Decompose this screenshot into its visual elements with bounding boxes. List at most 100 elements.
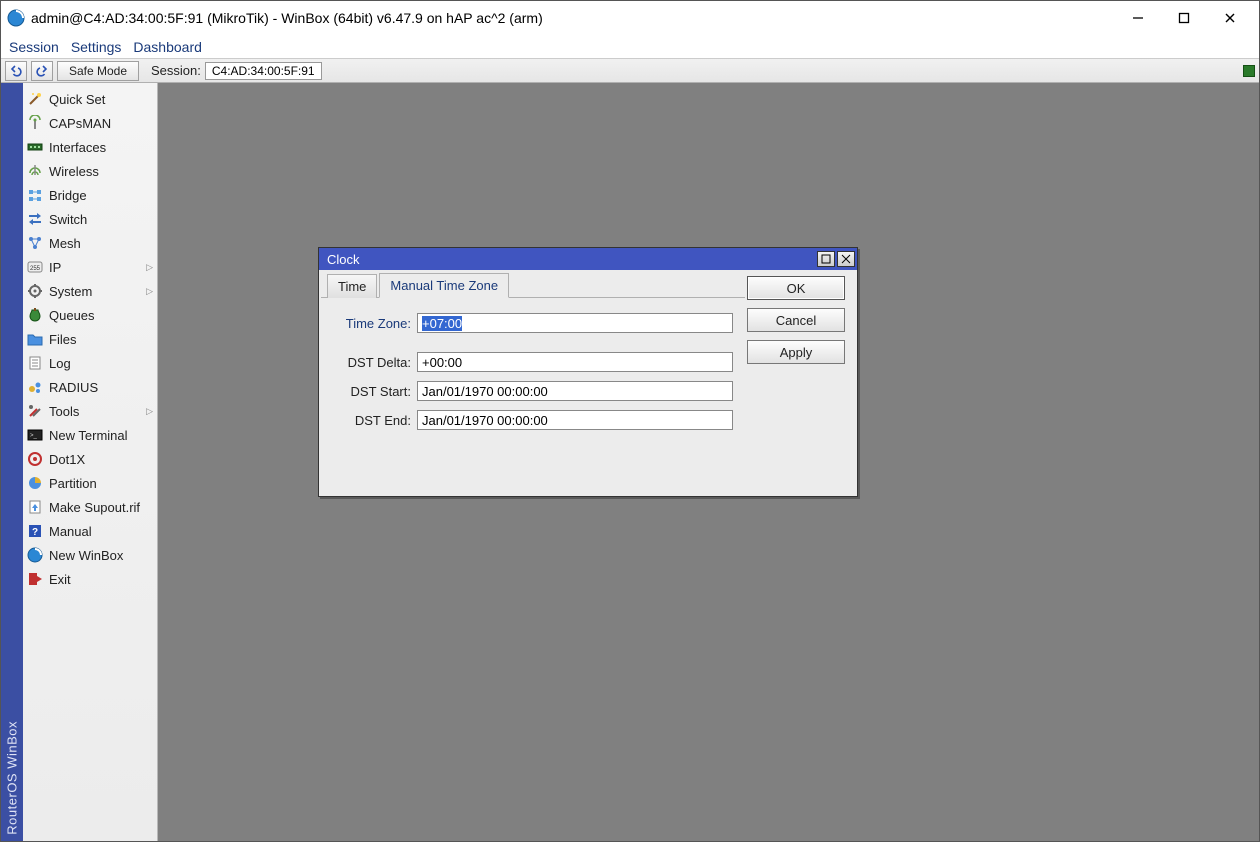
sidebar-item-wireless[interactable]: Wireless	[23, 159, 157, 183]
tab-time[interactable]: Time	[327, 274, 377, 298]
sidebar-item-label: RADIUS	[49, 380, 98, 395]
sidebar-item-exit[interactable]: Exit	[23, 567, 157, 591]
window-minimize-button[interactable]	[1115, 2, 1161, 34]
cancel-button[interactable]: Cancel	[747, 308, 845, 332]
sidebar-item-label: System	[49, 284, 92, 299]
sidebar-item-label: Interfaces	[49, 140, 106, 155]
redo-button[interactable]	[31, 61, 53, 81]
sidebar-item-files[interactable]: Files	[23, 327, 157, 351]
sidebar-brand-text: RouterOS WinBox	[5, 721, 20, 835]
ip-icon: 255	[25, 259, 45, 275]
clock-window: Clock Time Manual Time Zone Time Zone:	[318, 247, 858, 497]
window-titlebar: admin@C4:AD:34:00:5F:91 (MikroTik) - Win…	[1, 1, 1259, 35]
sidebar-item-label: Queues	[49, 308, 95, 323]
sidebar-item-quick-set[interactable]: Quick Set	[23, 87, 157, 111]
session-label: Session:	[151, 63, 201, 78]
sidebar-item-switch[interactable]: Switch	[23, 207, 157, 231]
safe-mode-button[interactable]: Safe Mode	[57, 61, 139, 81]
sidebar-brand-strip: RouterOS WinBox	[1, 83, 23, 841]
dst-end-label: DST End:	[333, 413, 411, 428]
sidebar-item-new-winbox[interactable]: New WinBox	[23, 543, 157, 567]
winbox-icon	[25, 547, 45, 563]
sidebar-item-interfaces[interactable]: Interfaces	[23, 135, 157, 159]
tools-icon	[25, 403, 45, 419]
clock-form: Time Zone: DST Delta: DST Start: DS	[327, 300, 739, 486]
sidebar-item-label: New Terminal	[49, 428, 128, 443]
sidebar-item-label: Files	[49, 332, 76, 347]
sidebar-item-label: Tools	[49, 404, 79, 419]
dst-delta-label: DST Delta:	[333, 355, 411, 370]
menubar: Session Settings Dashboard	[1, 35, 1259, 59]
sidebar-item-mesh[interactable]: Mesh	[23, 231, 157, 255]
sidebar-item-label: Partition	[49, 476, 97, 491]
connection-status-icon	[1243, 65, 1255, 77]
bridge-icon	[25, 187, 45, 203]
chevron-right-icon: ▷	[146, 262, 153, 273]
manual-icon: ?	[25, 523, 45, 539]
files-icon	[25, 331, 45, 347]
partition-icon	[25, 475, 45, 491]
window-maximize-button[interactable]	[1161, 2, 1207, 34]
dot1x-icon	[25, 451, 45, 467]
sidebar-item-queues[interactable]: Queues	[23, 303, 157, 327]
sidebar-item-label: New WinBox	[49, 548, 123, 563]
interfaces-icon	[25, 139, 45, 155]
dst-end-input[interactable]	[417, 410, 733, 430]
clock-window-titlebar[interactable]: Clock	[319, 248, 857, 270]
svg-text:?: ?	[32, 527, 38, 538]
undo-button[interactable]	[5, 61, 27, 81]
tab-manual-time-zone[interactable]: Manual Time Zone	[379, 273, 509, 298]
menu-settings[interactable]: Settings	[71, 37, 134, 57]
clock-window-maximize-button[interactable]	[817, 251, 835, 267]
chevron-right-icon: ▷	[146, 286, 153, 297]
clock-tabs: Time Manual Time Zone	[321, 272, 745, 298]
app-icon	[7, 9, 25, 27]
radius-icon	[25, 379, 45, 395]
time-zone-input[interactable]	[417, 313, 733, 333]
wireless-icon	[25, 163, 45, 179]
sidebar-item-label: Manual	[49, 524, 92, 539]
switch-icon	[25, 211, 45, 227]
sidebar-item-make-supout-rif[interactable]: Make Supout.rif	[23, 495, 157, 519]
sidebar-item-label: Bridge	[49, 188, 87, 203]
sidebar-item-capsman[interactable]: CAPsMAN	[23, 111, 157, 135]
sidebar-item-label: IP	[49, 260, 61, 275]
wand-icon	[25, 91, 45, 107]
svg-text:>_: >_	[30, 433, 38, 439]
menu-session[interactable]: Session	[9, 37, 71, 57]
mesh-icon	[25, 235, 45, 251]
sidebar-item-label: Make Supout.rif	[49, 500, 140, 515]
sidebar-item-label: Exit	[49, 572, 71, 587]
sidebar-item-log[interactable]: Log	[23, 351, 157, 375]
sidebar-item-label: Dot1X	[49, 452, 85, 467]
sidebar-item-bridge[interactable]: Bridge	[23, 183, 157, 207]
toolbar: Safe Mode Session: C4:AD:34:00:5F:91	[1, 59, 1259, 83]
sidebar-item-ip[interactable]: 255 IP ▷	[23, 255, 157, 279]
sidebar: Quick Set CAPsMAN Interfaces Wireless Bridge…	[23, 83, 158, 841]
sidebar-item-radius[interactable]: RADIUS	[23, 375, 157, 399]
sidebar-item-system[interactable]: System ▷	[23, 279, 157, 303]
dst-start-input[interactable]	[417, 381, 733, 401]
sidebar-item-manual[interactable]: ? Manual	[23, 519, 157, 543]
sidebar-item-tools[interactable]: Tools ▷	[23, 399, 157, 423]
menu-dashboard[interactable]: Dashboard	[133, 37, 214, 57]
terminal-icon: >_	[25, 427, 45, 443]
ok-button[interactable]: OK	[747, 276, 845, 300]
supout-icon	[25, 499, 45, 515]
sidebar-item-label: Quick Set	[49, 92, 105, 107]
clock-window-close-button[interactable]	[837, 251, 855, 267]
sidebar-item-new-terminal[interactable]: >_ New Terminal	[23, 423, 157, 447]
apply-button[interactable]: Apply	[747, 340, 845, 364]
log-icon	[25, 355, 45, 371]
system-icon	[25, 283, 45, 299]
workspace[interactable]: Clock Time Manual Time Zone Time Zone:	[158, 83, 1259, 841]
dst-delta-input[interactable]	[417, 352, 733, 372]
chevron-right-icon: ▷	[146, 406, 153, 417]
sidebar-item-partition[interactable]: Partition	[23, 471, 157, 495]
window-close-button[interactable]	[1207, 2, 1253, 34]
session-value[interactable]: C4:AD:34:00:5F:91	[205, 62, 322, 80]
time-zone-label: Time Zone:	[333, 316, 411, 331]
sidebar-item-dot1x[interactable]: Dot1X	[23, 447, 157, 471]
sidebar-item-label: Wireless	[49, 164, 99, 179]
antenna-icon	[25, 115, 45, 131]
